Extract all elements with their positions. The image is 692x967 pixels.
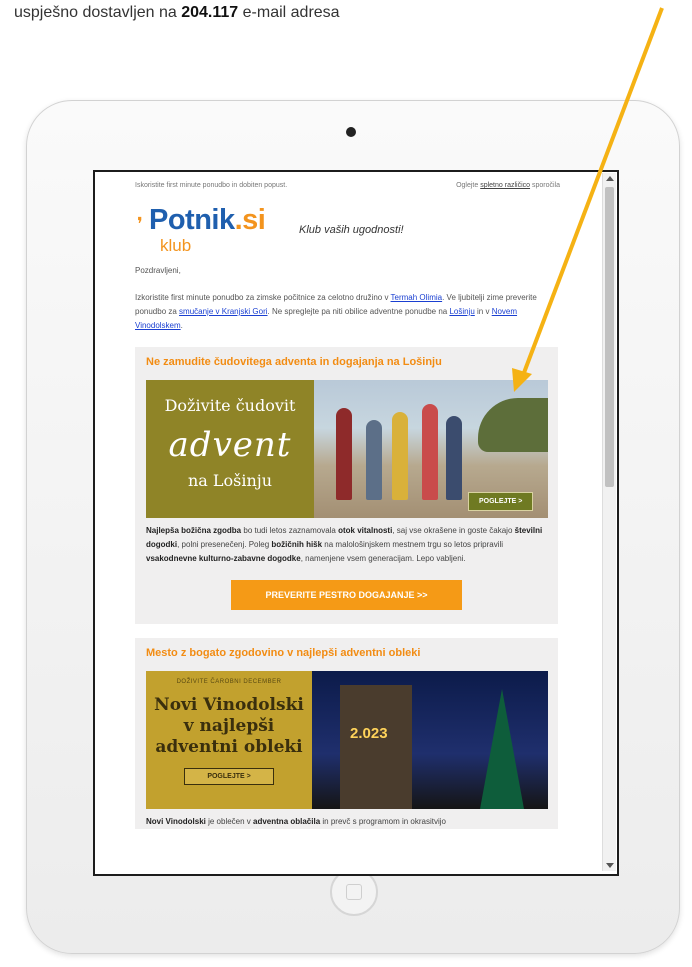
arrow-shaft	[520, 7, 664, 379]
arrow-icon	[512, 7, 664, 392]
arrow-head	[512, 368, 532, 392]
